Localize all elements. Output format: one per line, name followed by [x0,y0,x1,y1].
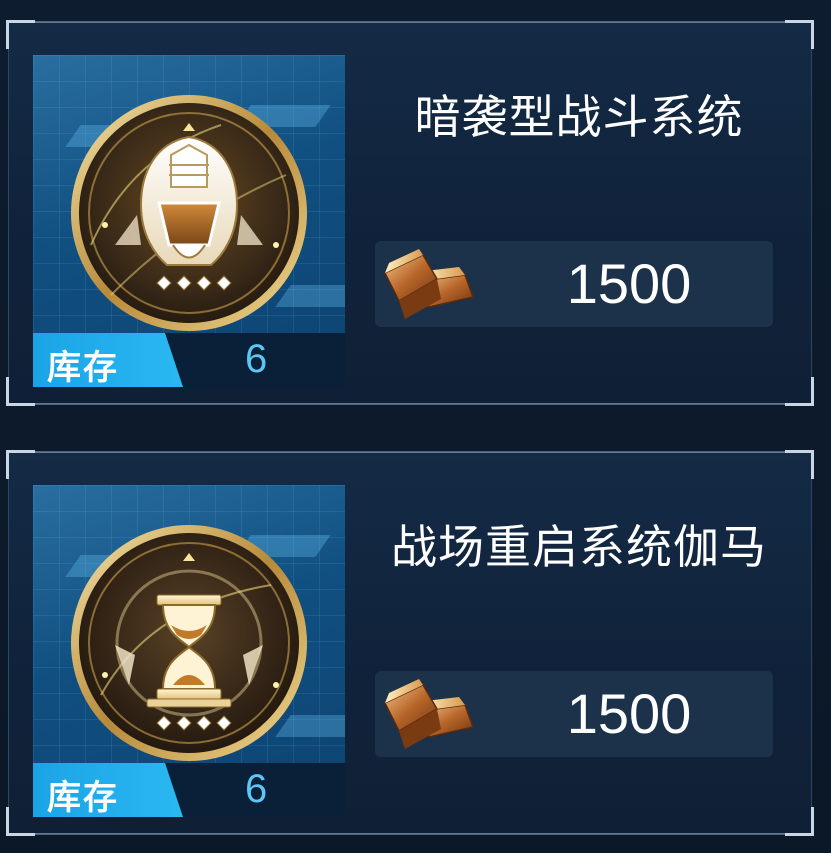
card-top-border [33,451,787,453]
corner-bracket [785,450,814,479]
corner-bracket [6,807,35,836]
stock-count: 6 [245,337,268,381]
gold-bar-icon [383,679,474,749]
stock-label: 库存 [47,779,119,817]
item-title: 暗袭型战斗系统 [414,91,744,143]
stock-bar: 库存 6 [33,763,345,817]
assassin-helmet-icon [71,95,307,331]
gold-bar-icon [383,249,474,319]
price-amount: 1500 [566,252,692,315]
card-top-border [33,21,787,23]
item-thumbnail[interactable]: 库存 6 [33,55,345,387]
stock-bar: 库存 6 [33,333,345,387]
price-amount: 1500 [566,682,692,745]
stock-count: 6 [245,767,268,811]
hourglass-icon [71,525,307,761]
card-bottom-border [33,403,787,405]
card-bottom-border [33,833,787,835]
corner-bracket [6,20,35,49]
corner-bracket [785,377,814,406]
price-button[interactable]: 1500 [375,671,773,757]
shop-list: 库存 6 暗袭型战斗系统 1500 库存 6 战场重启系统伽马 1500 [0,0,831,853]
stock-label: 库存 [47,349,119,387]
item-title: 战场重启系统伽马 [391,521,767,573]
corner-bracket [6,377,35,406]
item-thumbnail[interactable]: 库存 6 [33,485,345,817]
corner-bracket [6,450,35,479]
shop-item-card-2[interactable]: 库存 6 战场重启系统伽马 1500 [6,450,814,836]
shop-item-card-1[interactable]: 库存 6 暗袭型战斗系统 1500 [6,20,814,406]
corner-bracket [785,20,814,49]
corner-bracket [785,807,814,836]
price-button[interactable]: 1500 [375,241,773,327]
